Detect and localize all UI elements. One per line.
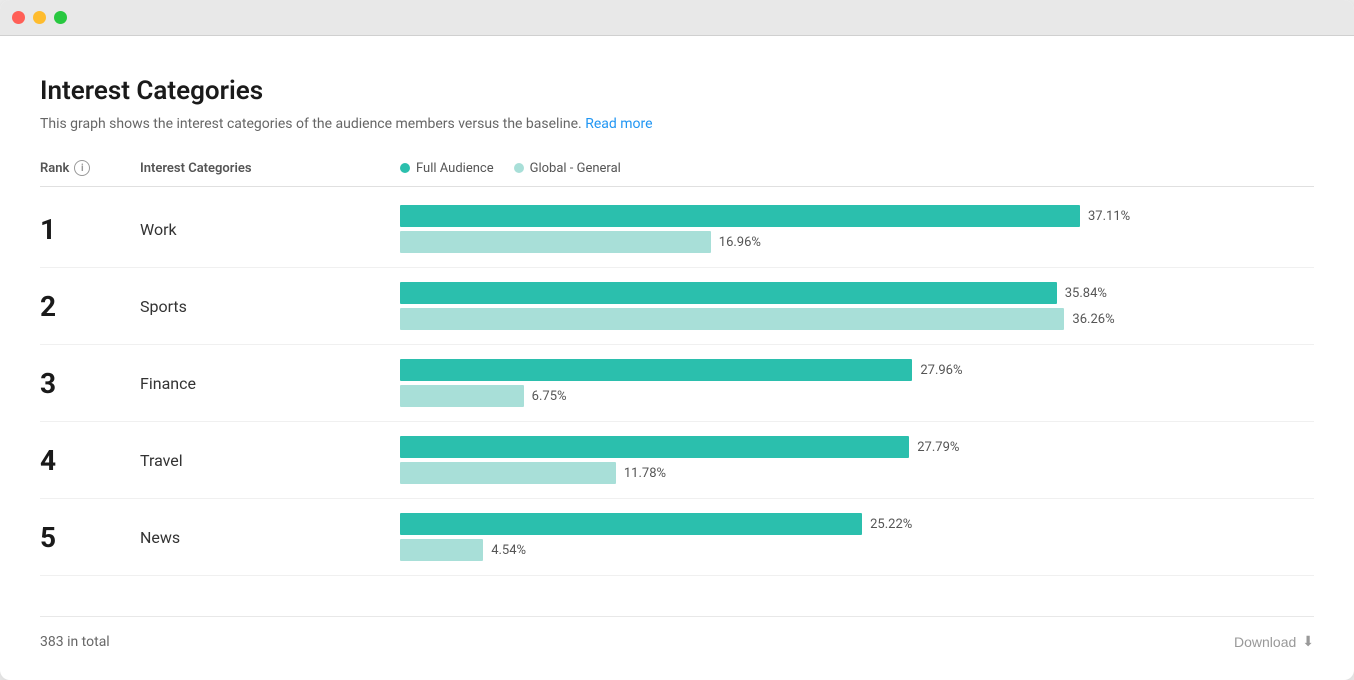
primary-bar-row: 37.11% (400, 205, 1314, 227)
total-count: 383 in total (40, 634, 110, 650)
secondary-bar-label: 11.78% (624, 466, 666, 481)
rank-number: 3 (40, 367, 140, 400)
legend-global-general: Global - General (514, 161, 621, 176)
secondary-bar (400, 539, 483, 561)
secondary-bar-row: 16.96% (400, 231, 1314, 253)
download-icon: ⬇ (1302, 633, 1314, 650)
primary-bar-label: 25.22% (870, 517, 912, 532)
table-header: Rank i Interest Categories Full Audience… (40, 160, 1314, 187)
read-more-link[interactable]: Read more (585, 116, 652, 132)
rank-number: 5 (40, 521, 140, 554)
legend: Full Audience Global - General (400, 161, 1314, 176)
full-audience-dot (400, 163, 410, 173)
primary-bar-label: 27.79% (917, 440, 959, 455)
page-title: Interest Categories (40, 76, 1314, 106)
rank-column-header: Rank i (40, 160, 140, 176)
secondary-bar (400, 308, 1064, 330)
secondary-bar-row: 11.78% (400, 462, 1314, 484)
primary-bar-label: 37.11% (1088, 209, 1130, 224)
bar-group: 37.11% 16.96% (400, 205, 1314, 253)
download-button[interactable]: Download ⬇ (1234, 633, 1314, 650)
primary-bar-label: 35.84% (1065, 286, 1107, 301)
category-name: Travel (140, 451, 400, 470)
secondary-bar-label: 6.75% (532, 389, 567, 404)
primary-bar (400, 436, 909, 458)
category-column-header: Interest Categories (140, 161, 400, 176)
category-name: Work (140, 220, 400, 239)
minimize-button[interactable] (33, 11, 46, 24)
bar-group: 27.79% 11.78% (400, 436, 1314, 484)
secondary-bar-row: 4.54% (400, 539, 1314, 561)
bar-group: 27.96% 6.75% (400, 359, 1314, 407)
secondary-bar (400, 462, 616, 484)
data-rows-container: 1 Work 37.11% 16.96% 2 Sports 35.84% (40, 191, 1314, 616)
primary-bar (400, 513, 862, 535)
maximize-button[interactable] (54, 11, 67, 24)
secondary-bar (400, 231, 711, 253)
global-general-dot (514, 163, 524, 173)
secondary-bar-row: 6.75% (400, 385, 1314, 407)
secondary-bar-label: 36.26% (1072, 312, 1114, 327)
bar-group: 35.84% 36.26% (400, 282, 1314, 330)
table-row: 4 Travel 27.79% 11.78% (40, 422, 1314, 499)
titlebar (0, 0, 1354, 36)
legend-full-audience: Full Audience (400, 161, 494, 176)
primary-bar-row: 27.96% (400, 359, 1314, 381)
secondary-bar (400, 385, 524, 407)
page-subtitle: This graph shows the interest categories… (40, 116, 1314, 132)
app-window: Interest Categories This graph shows the… (0, 0, 1354, 680)
primary-bar-row: 27.79% (400, 436, 1314, 458)
main-content: Interest Categories This graph shows the… (0, 36, 1354, 680)
secondary-bar-label: 16.96% (719, 235, 761, 250)
rank-number: 1 (40, 213, 140, 246)
table-row: 3 Finance 27.96% 6.75% (40, 345, 1314, 422)
rank-number: 4 (40, 444, 140, 477)
table-row: 2 Sports 35.84% 36.26% (40, 268, 1314, 345)
footer: 383 in total Download ⬇ (40, 616, 1314, 650)
close-button[interactable] (12, 11, 25, 24)
secondary-bar-row: 36.26% (400, 308, 1314, 330)
primary-bar-row: 25.22% (400, 513, 1314, 535)
table-row: 1 Work 37.11% 16.96% (40, 191, 1314, 268)
secondary-bar-label: 4.54% (491, 543, 526, 558)
category-name: Sports (140, 297, 400, 316)
primary-bar (400, 282, 1057, 304)
category-name: News (140, 528, 400, 547)
primary-bar-row: 35.84% (400, 282, 1314, 304)
primary-bar (400, 359, 912, 381)
bar-group: 25.22% 4.54% (400, 513, 1314, 561)
primary-bar-label: 27.96% (920, 363, 962, 378)
primary-bar (400, 205, 1080, 227)
category-name: Finance (140, 374, 400, 393)
table-row: 5 News 25.22% 4.54% (40, 499, 1314, 576)
rank-number: 2 (40, 290, 140, 323)
rank-info-icon[interactable]: i (74, 160, 90, 176)
